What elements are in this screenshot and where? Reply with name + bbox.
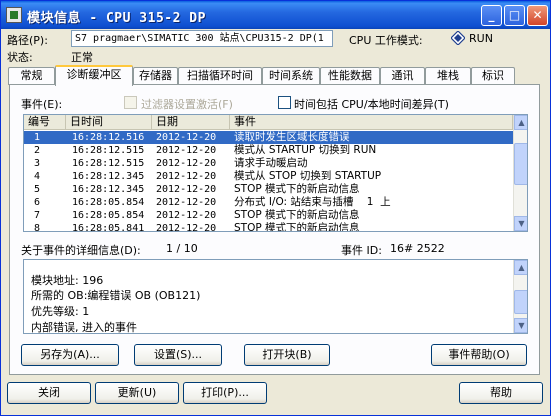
table-row[interactable]: 2 16:28:12.515 2012-12-20 模式从 STARTUP 切换… (24, 144, 513, 157)
detail-line: 模块地址: 196 (31, 274, 104, 287)
details-counter: 1 / 10 (166, 242, 198, 255)
detail-line: 优先等级: 1 (31, 305, 90, 318)
tab-identification[interactable]: 标识 (471, 67, 515, 85)
print-button[interactable]: 打印(P)... (183, 382, 267, 404)
details-label: 关于事件的详细信息(D): (21, 244, 141, 257)
row-number: 5 (34, 184, 41, 195)
module-info-window: 模块信息 - CPU 315-2 DP _ □ ✕ 路径(P): S7 prag… (0, 0, 551, 416)
row-event: 模式从 STOP 切换到 STARTUP (234, 170, 382, 182)
row-time: 16:28:05.854 (72, 210, 145, 221)
row-date: 2012-12-20 (156, 210, 217, 221)
row-time: 16:28:12.345 (72, 171, 145, 182)
row-event: 模式从 STARTUP 切换到 RUN (234, 144, 377, 156)
time-diff-label[interactable]: 时间包括 CPU/本地时间差异(T) (294, 96, 449, 112)
row-number: 4 (34, 171, 41, 182)
open-block-button[interactable]: 打开块(B) (244, 344, 330, 366)
settings-button[interactable]: 设置(S)... (134, 344, 222, 366)
window-title: 模块信息 - CPU 315-2 DP (27, 11, 206, 26)
tab-general[interactable]: 常规 (8, 67, 55, 85)
cpu-mode-value: RUN (469, 32, 493, 45)
column-header-number[interactable]: 编号 (24, 115, 66, 130)
row-event: 读取时发生区域长度错误 (234, 131, 350, 143)
help-button[interactable]: 帮助 (459, 382, 543, 404)
filter-active-label: 过滤器设置激活(F) (141, 98, 233, 111)
scroll-up-icon[interactable]: ▲ (514, 115, 527, 130)
row-date: 2012-12-20 (156, 158, 217, 169)
row-date: 2012-12-20 (156, 171, 217, 182)
cpu-mode-label: CPU 工作模式: (349, 34, 423, 47)
time-diff-checkbox[interactable] (278, 96, 291, 109)
table-row[interactable]: 6 16:28:05.854 2012-12-20 分布式 I/O: 站结束与插… (24, 196, 513, 209)
table-row[interactable]: 5 16:28:12.345 2012-12-20 STOP 模式下的新启动信息 (24, 183, 513, 196)
row-date: 2012-12-20 (156, 197, 217, 208)
tab-scan-cycle-time[interactable]: 扫描循环时间 (178, 67, 262, 85)
run-mode-diamond-icon (451, 31, 465, 45)
detail-line: 内部错误, 进入的事件 (31, 321, 137, 334)
row-date: 2012-12-20 (156, 184, 217, 195)
update-button[interactable]: 更新(U) (95, 382, 179, 404)
row-number: 6 (34, 197, 41, 208)
events-table[interactable]: 编号 日时间 日期 事件 1 16:28:12.516 2012-12-20 读… (23, 114, 528, 232)
tab-diagnostic-buffer[interactable]: 诊断缓冲区 (55, 65, 133, 86)
close-button[interactable]: 关闭 (7, 382, 91, 404)
table-row[interactable]: 8 16:28:05.841 2012-12-20 STOP 模式下的新启动信息 (24, 222, 513, 232)
row-number: 3 (34, 158, 41, 169)
tab-communication[interactable]: 通讯 (380, 67, 425, 85)
scroll-down-icon[interactable]: ▼ (514, 216, 527, 231)
path-label: 路径(P): (7, 34, 48, 47)
scroll-up-icon[interactable]: ▲ (514, 260, 527, 275)
row-time: 16:28:12.515 (72, 158, 145, 169)
row-event: STOP 模式下的新启动信息 (234, 209, 360, 221)
table-row[interactable]: 4 16:28:12.345 2012-12-20 模式从 STOP 切换到 S… (24, 170, 513, 183)
table-row[interactable]: 3 16:28:12.515 2012-12-20 请求手动暖启动 (24, 157, 513, 170)
details-scroll-thumb[interactable] (514, 290, 527, 314)
row-time: 16:28:05.841 (72, 223, 145, 232)
row-time: 16:28:12.516 (72, 132, 145, 143)
maximize-button[interactable]: □ (504, 5, 525, 26)
row-event: 分布式 I/O: 站结束与插槽 1 上 (234, 196, 391, 208)
save-as-button[interactable]: 另存为(A)... (21, 344, 119, 366)
row-event: STOP 模式下的新启动信息 (234, 183, 360, 195)
column-header-event[interactable]: 事件 (230, 115, 513, 130)
events-label: 事件(E): (21, 98, 63, 111)
events-table-header: 编号 日时间 日期 事件 (24, 115, 513, 130)
row-number: 8 (34, 223, 41, 232)
path-field[interactable]: S7 pragmaer\SIMATIC 300 站点\CPU315-2 DP(1 (71, 30, 333, 47)
table-row[interactable]: 7 16:28:05.854 2012-12-20 STOP 模式下的新启动信息 (24, 209, 513, 222)
event-id-value: 16# 2522 (390, 242, 445, 255)
module-info-icon (6, 7, 22, 23)
tab-stacks[interactable]: 堆栈 (425, 67, 471, 85)
table-row[interactable]: 1 16:28:12.516 2012-12-20 读取时发生区域长度错误 (24, 131, 513, 144)
column-header-date[interactable]: 日期 (152, 115, 230, 130)
row-number: 2 (34, 145, 41, 156)
detail-line: 所需的 OB:编程错误 OB (OB121) (31, 289, 201, 302)
minimize-button[interactable]: _ (481, 5, 502, 26)
details-scrollbar[interactable]: ▲ ▼ (513, 260, 527, 333)
event-details-text[interactable]: 模块地址: 196 所需的 OB:编程错误 OB (OB121) 优先等级: 1… (23, 259, 528, 334)
tab-memory[interactable]: 存储器 (133, 67, 178, 85)
row-number: 7 (34, 210, 41, 221)
status-label: 状态: (7, 51, 33, 64)
row-time: 16:28:12.345 (72, 184, 145, 195)
row-date: 2012-12-20 (156, 145, 217, 156)
row-time: 16:28:12.515 (72, 145, 145, 156)
events-scrollbar[interactable]: ▲ ▼ (513, 115, 527, 231)
row-time: 16:28:05.854 (72, 197, 145, 208)
event-help-button[interactable]: 事件帮助(O) (431, 344, 527, 366)
close-window-button[interactable]: ✕ (527, 5, 548, 26)
filter-active-checkbox (124, 96, 137, 109)
title-bar[interactable]: 模块信息 - CPU 315-2 DP _ □ ✕ (1, 1, 550, 29)
scroll-down-icon[interactable]: ▼ (514, 318, 527, 333)
row-event: STOP 模式下的新启动信息 (234, 222, 360, 232)
tab-performance-data[interactable]: 性能数据 (320, 67, 380, 85)
row-date: 2012-12-20 (156, 223, 217, 232)
row-number: 1 (34, 132, 41, 143)
column-header-time[interactable]: 日时间 (66, 115, 152, 130)
row-date: 2012-12-20 (156, 132, 217, 143)
events-scroll-thumb[interactable] (514, 143, 527, 185)
event-id-label: 事件 ID: (341, 244, 382, 257)
tab-time-system[interactable]: 时间系统 (262, 67, 320, 85)
status-value: 正常 (71, 51, 93, 64)
row-event: 请求手动暖启动 (234, 157, 308, 169)
